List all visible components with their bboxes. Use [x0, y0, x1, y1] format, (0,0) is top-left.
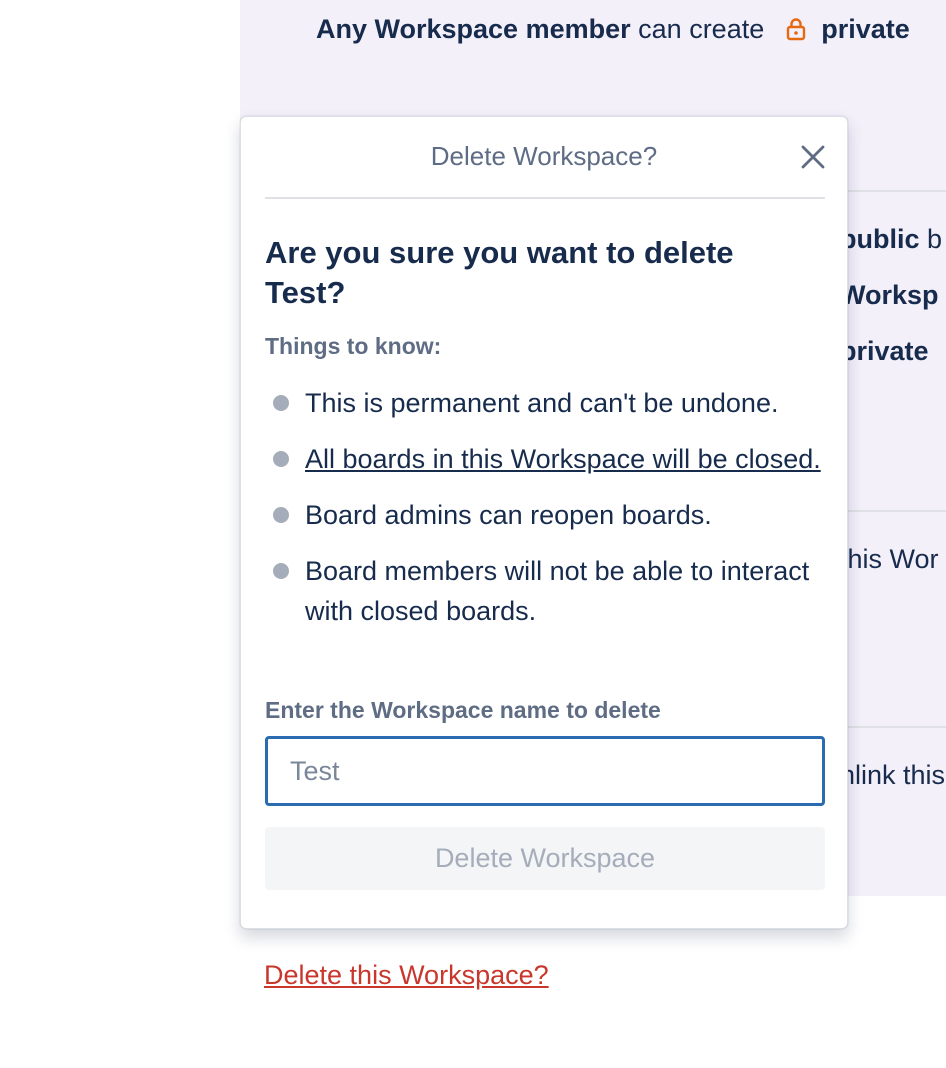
peek-public: public b	[840, 224, 943, 254]
modal-divider	[265, 197, 825, 199]
modal-title: Delete Workspace?	[430, 141, 658, 171]
bullet-icon	[273, 395, 289, 411]
peek-unlink: nlink this	[840, 760, 946, 790]
section-divider	[848, 726, 946, 728]
workspace-name-input[interactable]	[265, 736, 825, 806]
peek-private: private	[840, 336, 929, 366]
bullet-icon	[273, 563, 289, 579]
close-icon	[801, 145, 825, 169]
things-to-know-list: This is permanent and can't be undone. A…	[265, 383, 825, 647]
bullet-icon	[273, 451, 289, 467]
permission-verb: can create	[638, 14, 765, 44]
delete-workspace-button[interactable]: Delete Workspace	[265, 827, 825, 890]
close-button[interactable]	[797, 141, 829, 173]
permission-visibility: private	[821, 14, 910, 44]
boards-closed-link[interactable]: All boards in this Workspace will be clo…	[305, 444, 821, 474]
workspace-name-label: Enter the Workspace name to delete	[265, 697, 661, 723]
things-to-know-label: Things to know:	[265, 333, 442, 359]
bullet-icon	[273, 507, 289, 523]
list-item: This is permanent and can't be undone.	[265, 383, 825, 423]
peek-this-workspace: this Wor	[840, 544, 939, 574]
delete-workspace-modal: Delete Workspace? Are you sure you want …	[240, 116, 848, 929]
list-item: Board admins can reopen boards.	[265, 495, 825, 535]
permission-subject: Any Workspace member	[316, 14, 631, 44]
lock-icon	[786, 17, 806, 48]
section-divider	[848, 510, 946, 512]
board-creation-permission: Any Workspace member can create private	[316, 14, 910, 48]
delete-workspace-link[interactable]: Delete this Workspace?	[264, 960, 549, 991]
list-item: All boards in this Workspace will be clo…	[265, 439, 825, 479]
list-item: Board members will not be able to intera…	[265, 551, 825, 631]
confirm-question: Are you sure you want to delete Test?	[265, 235, 734, 310]
peek-workspace: Worksp	[840, 280, 939, 310]
section-divider	[848, 190, 946, 192]
